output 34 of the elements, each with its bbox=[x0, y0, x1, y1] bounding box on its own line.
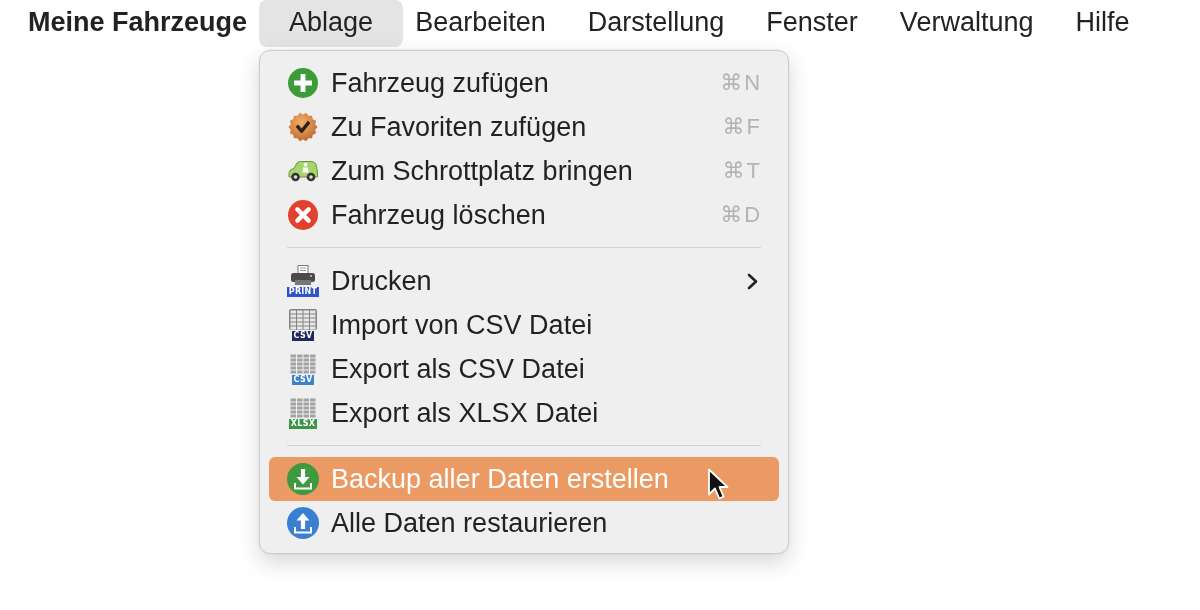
app-name-menu[interactable]: Meine Fahrzeuge bbox=[28, 0, 248, 45]
download-icon bbox=[287, 463, 320, 495]
menu-title[interactable]: Verwaltung bbox=[878, 0, 1055, 47]
menu-item[interactable]: Alle Daten restaurieren bbox=[269, 501, 780, 545]
icon-label: XLSX bbox=[288, 419, 318, 429]
spreadsheet-icon bbox=[289, 397, 318, 418]
plus-icon bbox=[288, 68, 319, 98]
spreadsheet-icon bbox=[289, 353, 318, 374]
menu-item[interactable]: CSV Import von CSV Datei bbox=[269, 303, 780, 347]
menu-item[interactable]: Fahrzeug zufügen ⌘N bbox=[269, 61, 780, 105]
mouse-pointer-icon bbox=[707, 468, 731, 501]
menu-item[interactable]: Zu Favoriten zufügen ⌘F bbox=[269, 105, 780, 149]
menu-item[interactable]: Zum Schrottplatz bringen ⌘T bbox=[269, 149, 780, 193]
car-icon bbox=[287, 160, 320, 182]
icon-label: CSV bbox=[291, 331, 315, 341]
menu-item[interactable]: CSV Export als CSV Datei bbox=[269, 347, 780, 391]
close-icon bbox=[288, 200, 319, 230]
menu-item[interactable]: XLSX Export als XLSX Datei bbox=[269, 391, 780, 435]
spreadsheet-icon bbox=[289, 309, 318, 330]
menu-item[interactable]: Fahrzeug löschen ⌘D bbox=[269, 193, 780, 237]
menu-title[interactable]: Fenster bbox=[745, 0, 879, 47]
menu-item[interactable]: PRINT Drucken bbox=[269, 259, 780, 303]
shortcut-text: ⌘N bbox=[720, 70, 763, 96]
icon-label: PRINT bbox=[286, 287, 320, 297]
menu-title[interactable]: Darstellung bbox=[566, 0, 746, 47]
shortcut-text: ⌘T bbox=[722, 158, 763, 184]
menu-title[interactable]: Hilfe bbox=[1054, 0, 1151, 47]
menu-title[interactable]: Ablage bbox=[259, 0, 404, 47]
upload-icon bbox=[287, 507, 320, 539]
icon-label: CSV bbox=[291, 375, 315, 385]
shortcut-text: ⌘F bbox=[722, 114, 763, 140]
check-badge-icon bbox=[288, 112, 319, 142]
printer-icon bbox=[290, 265, 317, 286]
shortcut-text: ⌘D bbox=[720, 202, 763, 228]
